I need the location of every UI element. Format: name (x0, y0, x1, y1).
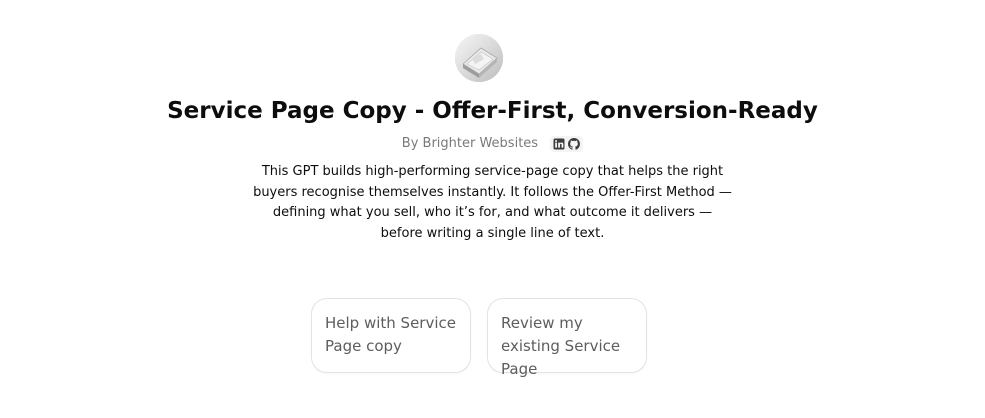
author-label: By Brighter Websites (401, 136, 539, 151)
gpt-avatar (455, 34, 503, 82)
gpt-description: This GPT builds high-performing service-… (253, 164, 732, 241)
gpt-profile-page: Service Page Copy - Offer-First, Convers… (0, 0, 985, 418)
gpt-title: Service Page Copy - Offer-First, Convers… (167, 98, 818, 124)
starter-review-existing-service-page[interactable]: Review my existing Service Page (487, 298, 647, 378)
linkedin-icon[interactable] (553, 138, 565, 150)
conversation-starters: Help with Service Page copy Review my ex… (311, 298, 647, 378)
gpt-byline: By Brighter Websites (0, 135, 985, 153)
github-icon[interactable] (568, 138, 581, 150)
starter-help-with-service-page-copy[interactable]: Help with Service Page copy (311, 298, 471, 373)
gpt-avatar-image (455, 34, 503, 82)
social-links (550, 136, 584, 152)
